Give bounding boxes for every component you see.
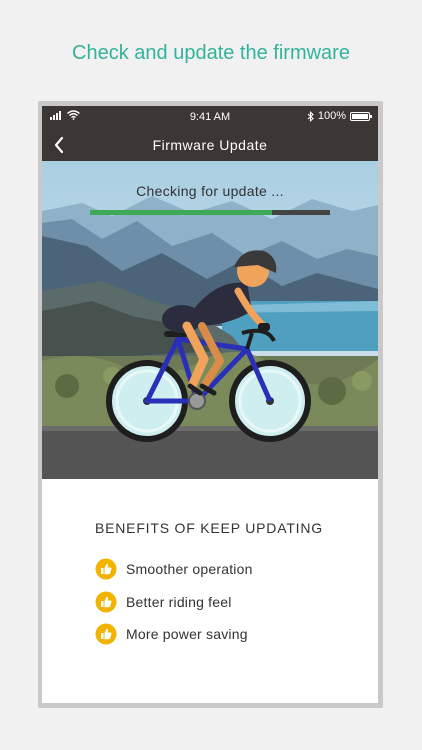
update-progress-bar — [90, 210, 330, 215]
nav-title: Firmware Update — [152, 137, 268, 153]
benefit-label: Smoother operation — [126, 561, 253, 577]
bluetooth-icon — [307, 110, 314, 122]
benefit-item: Smoother operation — [95, 558, 253, 580]
status-bar: 9:41 AM 100% — [42, 106, 378, 128]
thumbs-up-icon — [95, 623, 117, 645]
thumbs-up-icon — [95, 558, 117, 580]
benefits-title: BENEFITS OF KEEP UPDATING — [95, 520, 323, 536]
battery-icon — [350, 111, 372, 121]
app-screen: 9:41 AM 100% Firmware Update Checking fo… — [42, 106, 378, 703]
nav-bar: Firmware Update — [42, 128, 378, 161]
thumbs-up-icon — [95, 591, 117, 613]
benefit-item: More power saving — [95, 623, 248, 645]
hero-illustration: Checking for update ... — [42, 161, 378, 479]
benefit-label: More power saving — [126, 626, 248, 642]
benefit-item: Better riding feel — [95, 591, 232, 613]
battery-percent: 100% — [317, 110, 346, 122]
cyclist-illustration — [42, 196, 378, 479]
benefit-label: Better riding feel — [126, 594, 232, 610]
update-progress-fill — [90, 210, 273, 215]
page-headline: Check and update the firmware — [72, 42, 350, 64]
update-status-text: Checking for update ... — [136, 183, 284, 199]
